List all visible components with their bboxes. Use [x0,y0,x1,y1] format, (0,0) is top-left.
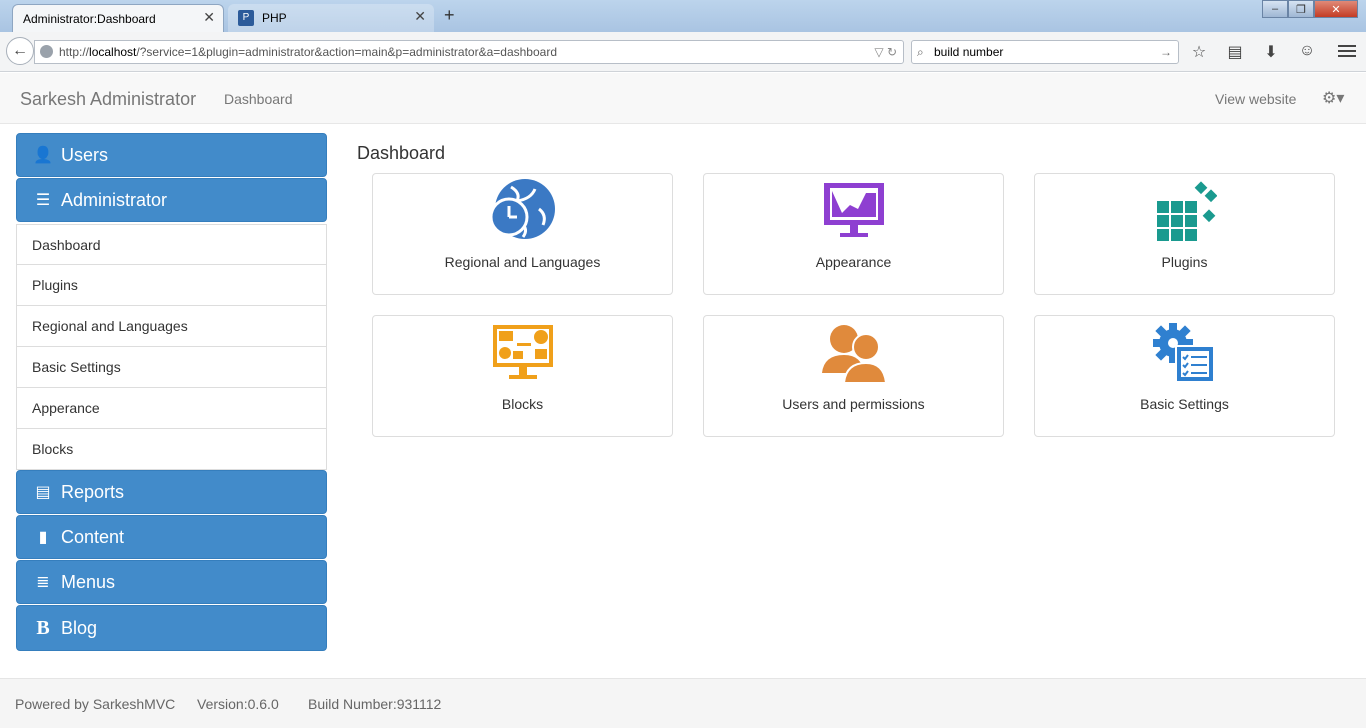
list-alt-icon: ▤ [35,484,51,501]
tab-title: PHP [262,11,287,25]
sidebar-item-label: Administrator [61,189,168,210]
new-tab-icon[interactable]: + [444,5,455,26]
search-input[interactable]: ⌕ build number → [911,40,1179,64]
sidebar-sub-plugins[interactable]: Plugins [16,265,327,306]
hamburger-menu-icon[interactable] [1338,42,1356,60]
card-label: Users and permissions [782,396,925,412]
bookmark-star-icon[interactable]: ☆ [1188,42,1210,62]
address-bar[interactable]: http://localhost/?service=1&plugin=admin… [34,40,904,64]
bookmarks-list-icon[interactable]: ▤ [1224,42,1246,62]
sidebar-item-label: Reports [61,481,125,502]
sidebar-item-content[interactable]: ▮ Content [16,515,327,559]
sidebar-item-label: Blog [61,617,98,638]
globe-clock-icon [490,179,555,239]
smiley-icon[interactable]: ☺ [1296,42,1318,62]
cubes-icon [1156,181,1217,241]
card-label: Regional and Languages [444,254,601,270]
footer-powered-by: Powered by SarkeshMVC [15,696,176,712]
bold-b-icon: B [36,616,50,639]
card-basic-settings[interactable]: Basic Settings [1034,315,1335,437]
footer-build-number: Build Number:931112 [308,696,442,712]
sidebar-item-users[interactable]: 👤 Users [16,133,327,177]
book-icon: ▮ [38,529,48,546]
sidebar-sub-basic-settings[interactable]: Basic Settings [16,347,327,388]
url-host: localhost [89,45,137,59]
sidebar-item-label: Menus [61,571,116,592]
close-tab-icon[interactable]: ✕ [203,9,215,26]
gear-icon[interactable]: ⚙▾ [1322,88,1344,108]
card-label: Blocks [501,396,544,412]
sidebar-item-administrator[interactable]: ☰ Administrator [16,178,327,222]
tab-title: Administrator:Dashboard [23,11,156,26]
sidebar-sub-regional[interactable]: Regional and Languages [16,306,327,347]
nav-dashboard-link[interactable]: Dashboard [224,91,293,107]
url-path: /?service=1&plugin=administrator&action=… [136,45,557,59]
globe-icon [40,45,53,58]
footer: Powered by SarkeshMVC Version:0.6.0 Buil… [0,678,1366,728]
page-title: Dashboard [357,143,446,163]
sidebar-item-menus[interactable]: ≣ Menus [16,560,327,604]
users-icon [821,325,886,384]
sidebar-sub-dashboard[interactable]: Dashboard [16,224,327,265]
reload-icon[interactable]: ▽ ↻ [874,41,897,63]
settings-list-icon [1152,323,1215,383]
search-value: build number [934,45,1004,59]
app-header: Sarkesh Administrator Dashboard View web… [0,73,1366,124]
view-website-link[interactable]: View website [1215,91,1296,107]
php-favicon-icon: P [238,10,254,26]
card-label: Basic Settings [1140,396,1229,412]
browser-toolbar: ☆ ▤ ⬇ ☺ [1188,42,1318,62]
brand-link[interactable]: Sarkesh Administrator [20,89,196,110]
sidebar-sub-apperance[interactable]: Apperance [16,388,327,429]
card-regional-languages[interactable]: Regional and Languages [372,173,673,295]
close-window-icon[interactable]: ✕ [1314,0,1358,18]
card-plugins[interactable]: Plugins [1034,173,1335,295]
sidebar-item-label: Content [61,526,125,547]
server-icon: ☰ [35,192,51,209]
download-icon[interactable]: ⬇ [1260,42,1282,62]
maximize-icon[interactable]: ❐ [1288,0,1314,18]
user-icon: 👤 [33,147,53,164]
browser-navbar: ← http://localhost/?service=1&plugin=adm… [0,32,1366,72]
card-label: Appearance [815,254,892,270]
tab-php[interactable]: P PHP ✕ [228,4,434,32]
card-label: Plugins [1161,254,1208,270]
menu-list-icon: ≣ [36,574,50,591]
minimize-icon[interactable]: – [1262,0,1288,18]
search-icon: ⌕ [917,45,924,59]
footer-version: Version:0.6.0 [197,696,279,712]
window-controls: – ❐ ✕ [1262,0,1358,18]
browser-titlebar: Administrator:Dashboard ✕ P PHP ✕ + – ❐ … [0,0,1366,32]
sidebar-sub-blocks[interactable]: Blocks [16,429,327,470]
sidebar-item-blog[interactable]: B Blog [16,605,327,651]
sidebar-item-label: Users [61,144,109,165]
sidebar-item-reports[interactable]: ▤ Reports [16,470,327,514]
card-appearance[interactable]: Appearance [703,173,1004,295]
url-prefix: http:// [59,45,90,59]
monitor-blocks-icon [492,325,553,379]
monitor-chart-icon [823,183,884,237]
back-icon[interactable]: ← [6,37,34,65]
close-tab-icon[interactable]: ✕ [414,8,426,25]
card-blocks[interactable]: Blocks [372,315,673,437]
card-users-permissions[interactable]: Users and permissions [703,315,1004,437]
search-go-icon[interactable]: → [1160,41,1172,63]
tab-administrator-dashboard[interactable]: Administrator:Dashboard ✕ [12,4,224,32]
